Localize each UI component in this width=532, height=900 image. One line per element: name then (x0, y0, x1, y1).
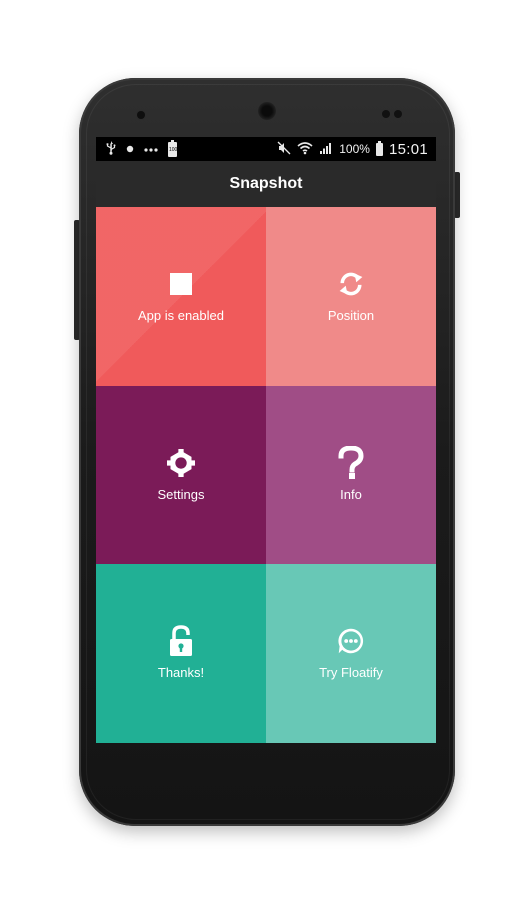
refresh-icon (337, 270, 365, 298)
tile-thanks[interactable]: Thanks! (96, 564, 266, 743)
tile-try-floatify[interactable]: Try Floatify (266, 564, 436, 743)
earpiece-speaker (258, 102, 276, 120)
front-camera-icon (137, 111, 145, 119)
tile-label: Thanks! (157, 665, 205, 680)
more-dots-icon (144, 143, 158, 155)
tile-label: App is enabled (137, 308, 224, 323)
question-icon (337, 445, 365, 479)
app-bar: Snapshot (96, 161, 436, 207)
proximity-sensor (382, 110, 404, 118)
signal-icon (319, 141, 333, 157)
gear-icon (167, 448, 195, 477)
tile-grid: App is enabled Position Settings Info Th… (96, 207, 436, 743)
tile-settings[interactable]: Settings (96, 386, 266, 564)
unlock-icon (167, 625, 195, 656)
tile-position[interactable]: Position (266, 207, 436, 386)
app-title: Snapshot (229, 175, 303, 192)
notification-dot-icon (126, 143, 134, 155)
tile-label: Position (327, 308, 375, 323)
device-stage: 100 100% 15:01 Snapshot App is enabled P… (0, 0, 532, 900)
phone-screen: 100 100% 15:01 Snapshot App is enabled P… (96, 137, 436, 743)
battery-100-icon: 100 (168, 139, 177, 157)
chat-bubble-icon (337, 627, 365, 655)
status-bar: 100 100% 15:01 (96, 137, 436, 161)
battery-percent: 100% (339, 142, 370, 156)
tile-label: Try Floatify (319, 665, 383, 680)
stop-square-icon (167, 270, 195, 298)
usb-icon (106, 141, 116, 157)
tile-app-enabled[interactable]: App is enabled (96, 207, 266, 386)
tile-info[interactable]: Info (266, 386, 436, 564)
mute-icon (277, 141, 291, 157)
clock-time: 15:01 (388, 140, 428, 158)
battery-icon (375, 140, 383, 156)
tile-label: Info (340, 486, 362, 502)
tile-label: Settings (157, 486, 205, 502)
wifi-icon (297, 141, 313, 157)
